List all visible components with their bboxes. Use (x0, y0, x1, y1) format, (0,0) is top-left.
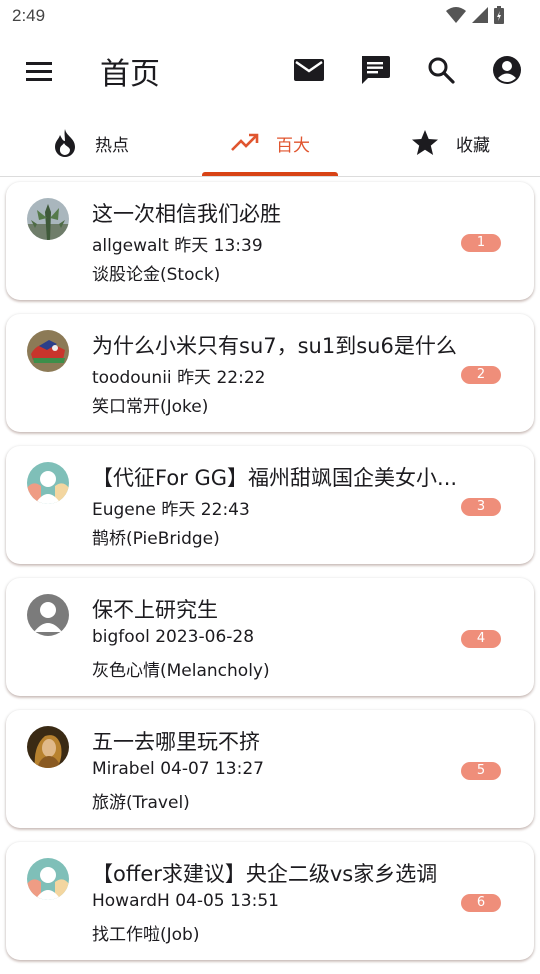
tab-label-hot: 热点 (95, 135, 129, 156)
post-card[interactable]: 保不上研究生 bigfool 2023-06-28 灰色心情(Melanchol… (6, 578, 534, 696)
avatar[interactable] (27, 330, 69, 372)
rank-badge: 3 (461, 498, 501, 516)
tab-favorites[interactable]: 收藏 (360, 110, 540, 176)
rank-badge: 4 (461, 630, 501, 648)
post-card[interactable]: 五一去哪里玩不挤 Mirabel 04-07 13:27 旅游(Travel) … (6, 710, 534, 828)
rank-badge: 1 (461, 234, 501, 252)
post-card[interactable]: 这一次相信我们必胜 allgewalt 昨天 13:39 谈股论金(Stock)… (6, 182, 534, 300)
tab-label-top100: 百大 (276, 135, 310, 156)
chat-button[interactable] (357, 52, 393, 88)
account-button[interactable] (489, 52, 525, 88)
flame-icon (55, 129, 75, 157)
post-board[interactable]: 旅游(Travel) (92, 788, 190, 813)
account-icon (493, 56, 521, 84)
status-time: 2:49 (12, 6, 46, 25)
post-author[interactable]: allgewalt (92, 236, 169, 256)
signal-icon (472, 7, 488, 23)
post-meta: bigfool 2023-06-28 (92, 627, 254, 647)
status-icons (446, 6, 504, 24)
post-board[interactable]: 谈股论金(Stock) (92, 260, 220, 285)
post-card[interactable]: 【代征For GG】福州甜飒国企美女小... Eugene 昨天 22:43 鹊… (6, 446, 534, 564)
avatar[interactable] (27, 594, 69, 636)
avatar[interactable] (27, 462, 69, 504)
rank-badge: 2 (461, 366, 501, 384)
avatar[interactable] (27, 726, 69, 768)
post-board[interactable]: 鹊桥(PieBridge) (92, 524, 220, 549)
post-board[interactable]: 找工作啦(Job) (92, 920, 199, 945)
tab-label-favorites: 收藏 (456, 135, 490, 156)
mail-icon (294, 59, 324, 81)
rank-badge: 5 (461, 762, 501, 780)
post-list: 这一次相信我们必胜 allgewalt 昨天 13:39 谈股论金(Stock)… (6, 182, 534, 974)
wifi-icon (446, 7, 466, 23)
tab-bar: 热点 百大 收藏 (0, 110, 540, 177)
post-time: 昨天 13:39 (174, 236, 263, 256)
post-author[interactable]: toodounii (92, 368, 172, 388)
star-icon (412, 130, 438, 155)
mail-button[interactable] (291, 52, 327, 88)
post-meta: allgewalt 昨天 13:39 (92, 231, 263, 256)
post-meta: Mirabel 04-07 13:27 (92, 759, 264, 779)
post-title: 为什么小米只有su7，su1到su6是什么 (92, 334, 457, 358)
trending-up-icon (231, 133, 259, 151)
tab-indicator (202, 172, 338, 176)
post-author[interactable]: HowardH (92, 891, 170, 911)
post-time: 昨天 22:43 (161, 500, 250, 520)
post-board[interactable]: 笑口常开(Joke) (92, 392, 208, 417)
chat-icon (362, 56, 390, 84)
battery-icon (494, 6, 504, 24)
post-time: 2023-06-28 (155, 627, 255, 647)
post-board[interactable]: 灰色心情(Melancholy) (92, 656, 270, 681)
menu-button[interactable] (22, 54, 56, 88)
post-author[interactable]: bigfool (92, 627, 150, 647)
search-icon (428, 57, 455, 84)
search-button[interactable] (423, 52, 459, 88)
menu-icon (26, 62, 52, 81)
tab-top100[interactable]: 百大 (180, 110, 360, 176)
status-bar: 2:49 (0, 0, 540, 34)
avatar[interactable] (27, 198, 69, 240)
page-title: 首页 (100, 57, 160, 92)
avatar[interactable] (27, 858, 69, 900)
post-time: 昨天 22:22 (177, 368, 266, 388)
post-author[interactable]: Mirabel (92, 759, 155, 779)
tab-hot[interactable]: 热点 (0, 110, 180, 176)
post-title: 【offer求建议】央企二级vs家乡选调 (92, 862, 438, 886)
post-time: 04-07 13:27 (160, 759, 264, 779)
post-title: 五一去哪里玩不挤 (92, 730, 260, 754)
post-card[interactable]: 为什么小米只有su7，su1到su6是什么 toodounii 昨天 22:22… (6, 314, 534, 432)
app-bar: 首页 (0, 34, 540, 110)
post-title: 【代征For GG】福州甜飒国企美女小... (92, 466, 458, 490)
post-meta: Eugene 昨天 22:43 (92, 495, 250, 520)
post-time: 04-05 13:51 (175, 891, 279, 911)
rank-badge: 6 (461, 894, 501, 912)
post-meta: HowardH 04-05 13:51 (92, 891, 279, 911)
post-title: 保不上研究生 (92, 598, 218, 622)
post-card[interactable]: 【offer求建议】央企二级vs家乡选调 HowardH 04-05 13:51… (6, 842, 534, 960)
post-author[interactable]: Eugene (92, 500, 156, 520)
post-meta: toodounii 昨天 22:22 (92, 363, 265, 388)
post-title: 这一次相信我们必胜 (92, 202, 281, 226)
